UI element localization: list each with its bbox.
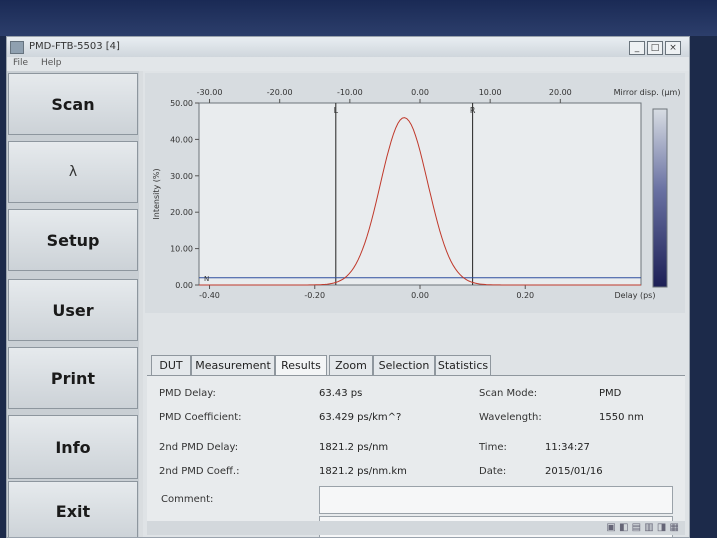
maximize-button[interactable]: □: [647, 41, 663, 55]
wavelength-value: 1550 nm: [599, 412, 644, 423]
pmd-delay-label: PMD Delay:: [159, 388, 216, 399]
print-button[interactable]: Print: [8, 347, 138, 409]
monitor-bezel: [0, 0, 717, 36]
tab-statistics[interactable]: Statistics: [435, 355, 491, 375]
info-button[interactable]: Info: [8, 415, 138, 479]
pmd2-delay-value: 1821.2 ps/nm: [319, 442, 389, 453]
intensity-scale-bar: [652, 108, 668, 288]
pmd2-delay-label: 2nd PMD Delay:: [159, 442, 239, 453]
main-area: -30.00 -20.00 -10.00 0.00 10.00 20.00 Mirror d…: [143, 71, 689, 537]
top-axis-tick-label: 20.00: [549, 88, 572, 97]
time-label: Time:: [479, 442, 507, 453]
scan-mode-value: PMD: [599, 388, 622, 399]
bottom-axis-tick-label: -0.20: [304, 291, 325, 300]
cursor-marker-label: L: [334, 106, 339, 115]
y-axis-tick-label: 30.00: [170, 172, 193, 181]
comment-label: Comment:: [161, 494, 214, 505]
menu-bar: File Help: [7, 57, 689, 71]
y-axis-tick-label: 40.00: [170, 135, 193, 144]
y-axis-label: Intensity (%): [152, 168, 161, 219]
time-value: 11:34:27: [545, 442, 590, 453]
app-window: PMD-FTB-5503 [4] _ □ × File Help Scan λ …: [6, 36, 690, 538]
top-axis-tick-label: 10.00: [479, 88, 502, 97]
bottom-axis-label: Delay (ps): [615, 291, 656, 300]
y-axis-tick-label: 0.00: [175, 281, 193, 290]
window-title: PMD-FTB-5503 [4]: [29, 41, 120, 52]
close-button[interactable]: ×: [665, 41, 681, 55]
user-button[interactable]: User: [8, 279, 138, 341]
app-icon: [10, 41, 24, 54]
bottom-axis-tick-label: 0.20: [516, 291, 534, 300]
minimize-button[interactable]: _: [629, 41, 645, 55]
scan-button[interactable]: Scan: [8, 73, 138, 135]
menu-file[interactable]: File: [13, 58, 28, 68]
menu-help[interactable]: Help: [41, 58, 62, 68]
tab-dut[interactable]: DUT: [151, 355, 191, 375]
bottom-axis-tick-label: 0.00: [411, 291, 429, 300]
tab-measurement[interactable]: Measurement: [191, 355, 275, 375]
tab-zoom[interactable]: Zoom: [329, 355, 373, 375]
top-axis-label: Mirror disp. (μm): [614, 88, 681, 97]
date-label: Date:: [479, 466, 507, 477]
title-bar: PMD-FTB-5503 [4] _ □ ×: [7, 37, 689, 57]
tray-icons: ▣ ◧ ▤ ▥ ◨ ▦: [606, 522, 679, 533]
sidebar: Scan λ Setup User Print Info Exit: [7, 71, 139, 537]
top-axis-tick-label: -20.00: [267, 88, 293, 97]
y-axis-tick-label: 20.00: [170, 208, 193, 217]
tab-selection[interactable]: Selection: [373, 355, 435, 375]
comment-field-1[interactable]: [319, 486, 673, 514]
bottom-axis-tick-label: -0.40: [199, 291, 220, 300]
wavelength-button[interactable]: λ: [8, 141, 138, 203]
date-value: 2015/01/16: [545, 466, 603, 477]
pmd2-coefficient-value: 1821.2 ps/nm.km: [319, 466, 407, 477]
setup-button[interactable]: Setup: [8, 209, 138, 271]
plot-area: [198, 102, 642, 286]
results-panel: PMD Delay: 63.43 ps PMD Coefficient: 63.…: [147, 375, 685, 537]
y-axis-tick-label: 50.00: [170, 99, 193, 108]
status-bar: ▣ ◧ ▤ ▥ ◨ ▦: [147, 521, 685, 535]
scan-mode-label: Scan Mode:: [479, 388, 538, 399]
pmd-delay-value: 63.43 ps: [319, 388, 363, 399]
cursor-marker-label: R: [470, 106, 476, 115]
pmd-coefficient-value: 63.429 ps/km^?: [319, 412, 402, 423]
pmd-coefficient-label: PMD Coefficient:: [159, 412, 242, 423]
top-axis-tick-label: -10.00: [337, 88, 363, 97]
y-axis-tick-label: 10.00: [170, 245, 193, 254]
wavelength-label: Wavelength:: [479, 412, 542, 423]
top-axis-tick-label: -30.00: [197, 88, 223, 97]
pmd2-coefficient-label: 2nd PMD Coeff.:: [159, 466, 240, 477]
tab-results[interactable]: Results: [275, 355, 327, 375]
chart-svg: -30.00 -20.00 -10.00 0.00 10.00 20.00 Mirror d…: [152, 88, 681, 300]
interferogram-chart: -30.00 -20.00 -10.00 0.00 10.00 20.00 Mirror d…: [145, 73, 685, 313]
exit-button[interactable]: Exit: [8, 481, 138, 537]
corner-label: N: [204, 275, 209, 283]
top-axis-tick-label: 0.00: [411, 88, 429, 97]
